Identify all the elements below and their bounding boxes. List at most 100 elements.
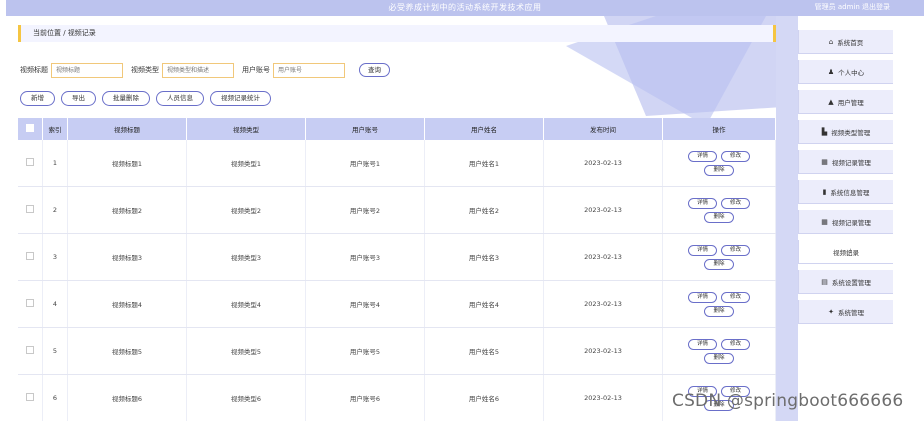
mouse-cursor-icon: ☝ — [846, 248, 853, 259]
row-type: 视频类型6 — [186, 374, 306, 421]
sidebar-item-label: 视频记录管理 — [831, 158, 871, 167]
detail-button[interactable]: 详情 — [687, 150, 717, 162]
delete-button[interactable]: 删除 — [704, 211, 734, 223]
col-name: 用户姓名 — [424, 118, 544, 140]
personnel-button[interactable]: 人员信息 — [156, 91, 204, 106]
col-index: 索引 — [42, 118, 68, 140]
search-button[interactable]: 查询 — [359, 63, 390, 77]
action-toolbar: 新增 导出 批量删除 人员信息 视频记录统计 — [20, 91, 271, 106]
detail-button[interactable]: 详情 — [687, 338, 717, 350]
delete-button[interactable]: 删除 — [704, 305, 734, 317]
home-icon: ⌂ — [828, 37, 834, 46]
col-title: 视频标题 — [67, 118, 187, 140]
detail-button[interactable]: 详情 — [687, 197, 717, 209]
export-button[interactable]: 导出 — [61, 91, 96, 106]
row-account: 用户账号4 — [305, 280, 425, 328]
sidebar-item-5[interactable]: ▦ 视频记录管理 — [798, 150, 893, 174]
row-name: 用户姓名4 — [424, 280, 544, 328]
row-index: 2 — [42, 186, 68, 234]
statistics-button[interactable]: 视频记录统计 — [210, 91, 271, 106]
main-content: 当前位置 / 视频记录 视频标题 视频类型 用户账号 查询 新增 导出 批量删除… — [6, 16, 798, 421]
edit-button[interactable]: 修改 — [721, 244, 751, 256]
row-date: 2023-02-13 — [543, 140, 663, 187]
sidebar-item-label: 视频记录管理 — [831, 218, 871, 227]
row-type: 视频类型5 — [186, 327, 306, 375]
sidebar-item-1[interactable]: ⌂ 系统首页 — [798, 30, 893, 54]
table-row: 6 视频标题6 视频类型6 用户账号6 用户姓名6 2023-02-13 详情 修改 删除 — [18, 374, 776, 421]
batch-delete-button[interactable]: 批量删除 — [102, 91, 150, 106]
top-bar: 必受养成计划中的活动系统开发技术应用 管理员 admin 退出登录 — [6, 0, 924, 16]
row-index: 3 — [42, 233, 68, 281]
col-date: 发布时间 — [543, 118, 663, 140]
row-account: 用户账号5 — [305, 327, 425, 375]
sidebar-item-4[interactable]: ▙ 视频类型管理 — [798, 120, 893, 144]
sidebar-item-label: 系统信息管理 — [830, 188, 870, 197]
row-name: 用户姓名5 — [424, 327, 544, 375]
row-name: 用户姓名1 — [424, 140, 544, 187]
records-table: 索引 视频标题 视频类型 用户账号 用户姓名 发布时间 操作 1 视频标题1 视频类… — [18, 118, 776, 421]
edit-button[interactable]: 修改 — [721, 291, 751, 303]
row-type: 视频类型4 — [186, 280, 306, 328]
add-button[interactable]: 新增 — [20, 91, 55, 106]
cart-icon: ▙ — [821, 127, 828, 136]
sidebar-item-label: 视频类型管理 — [831, 128, 871, 137]
row-checkbox[interactable] — [18, 374, 43, 421]
table-row: 3 视频标题3 视频类型3 用户账号3 用户姓名3 2023-02-13 详情 修改 删除 — [18, 233, 776, 281]
detail-button[interactable]: 详情 — [687, 291, 717, 303]
row-checkbox[interactable] — [18, 233, 43, 281]
row-checkbox[interactable] — [18, 140, 43, 187]
row-checkbox[interactable] — [18, 327, 43, 375]
row-date: 2023-02-13 — [543, 186, 663, 234]
user-info[interactable]: 管理员 admin 退出登录 — [815, 2, 890, 12]
row-title: 视频标题3 — [67, 233, 187, 281]
row-type: 视频类型1 — [186, 140, 306, 187]
watermark: CSDN @springboot666666 — [672, 391, 904, 411]
account-search-input[interactable] — [273, 62, 345, 78]
sidebar-item-label: 用户管理 — [837, 98, 864, 107]
table-row: 4 视频标题4 视频类型4 用户账号4 用户姓名4 2023-02-13 详情 修改 删除 — [18, 280, 776, 328]
row-index: 6 — [42, 374, 68, 421]
sidebar-item-label: 系统管理 — [837, 308, 864, 317]
row-type: 视频类型3 — [186, 233, 306, 281]
col-operations: 操作 — [662, 118, 776, 140]
row-operations: 详情 修改删除 — [662, 280, 776, 328]
sidebar-item-6[interactable]: ▮ 系统信息管理 — [798, 180, 893, 204]
sidebar-item-9[interactable]: ▤ 系统设置管理 — [798, 270, 893, 294]
trash-icon: ▮ — [822, 187, 827, 196]
col-type: 视频类型 — [186, 118, 306, 140]
row-date: 2023-02-13 — [543, 233, 663, 281]
sidebar-item-2[interactable]: ♟ 个人中心 — [798, 60, 893, 84]
table-row: 2 视频标题2 视频类型2 用户账号2 用户姓名2 2023-02-13 详情 修改 删除 — [18, 186, 776, 234]
sidebar-item-7[interactable]: ▦ 视频记录管理 — [798, 210, 893, 234]
row-name: 用户姓名6 — [424, 374, 544, 421]
row-checkbox[interactable] — [18, 280, 43, 328]
delete-button[interactable]: 删除 — [704, 352, 734, 364]
sidebar-item-label: 系统设置管理 — [831, 278, 871, 287]
row-checkbox[interactable] — [18, 186, 43, 234]
row-account: 用户账号3 — [305, 233, 425, 281]
edit-button[interactable]: 修改 — [721, 150, 751, 162]
sidebar-item-3[interactable]: ▲ 用户管理 — [798, 90, 893, 114]
type-search-input[interactable] — [162, 62, 234, 78]
search-label-title: 视频标题 — [20, 66, 48, 74]
search-bar: 视频标题 视频类型 用户账号 查询 — [20, 62, 390, 78]
lock-icon: ▲ — [828, 97, 834, 106]
detail-button[interactable]: 详情 — [687, 244, 717, 256]
select-all-checkbox[interactable] — [18, 118, 43, 140]
row-index: 1 — [42, 140, 68, 187]
pin-icon: ✦ — [828, 307, 834, 316]
search-label-type: 视频类型 — [131, 66, 159, 74]
row-name: 用户姓名2 — [424, 186, 544, 234]
row-title: 视频标题2 — [67, 186, 187, 234]
col-account: 用户账号 — [305, 118, 425, 140]
row-account: 用户账号6 — [305, 374, 425, 421]
search-label-account: 用户账号 — [242, 66, 270, 74]
delete-button[interactable]: 删除 — [704, 164, 734, 176]
edit-button[interactable]: 修改 — [721, 338, 751, 350]
row-date: 2023-02-13 — [543, 327, 663, 375]
delete-button[interactable]: 删除 — [704, 258, 734, 270]
edit-button[interactable]: 修改 — [721, 197, 751, 209]
row-operations: 详情 修改删除 — [662, 140, 776, 187]
title-search-input[interactable] — [51, 62, 123, 78]
sidebar-item-10[interactable]: ✦ 系统管理 — [798, 300, 893, 324]
